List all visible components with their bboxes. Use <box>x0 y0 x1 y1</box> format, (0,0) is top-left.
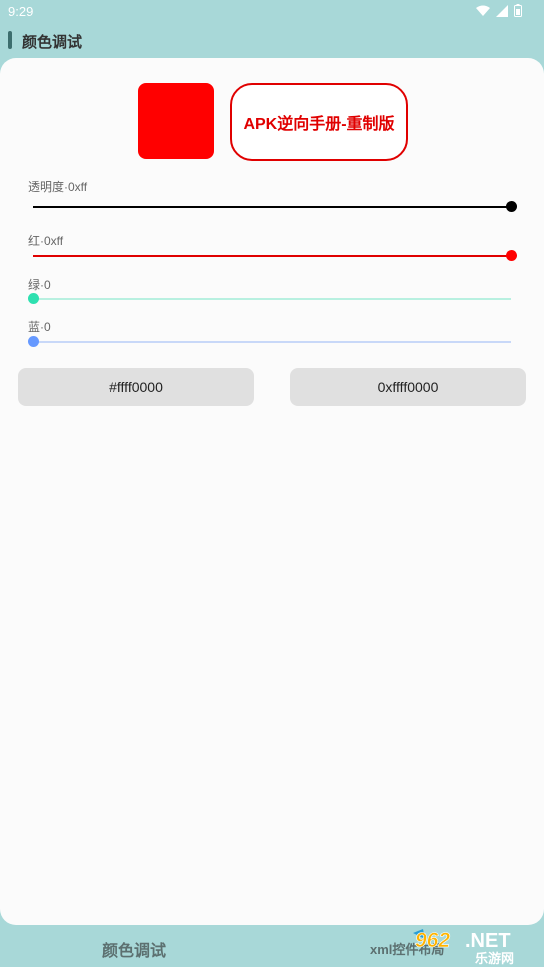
slider-label-green: 绿·0 <box>28 278 51 292</box>
color-swatch <box>138 83 214 159</box>
title-accent-bar <box>8 31 12 49</box>
status-bar: 9:29 <box>0 0 544 24</box>
svg-text:962: 962 <box>415 929 450 952</box>
slider-label-red: 红·0xff <box>28 234 64 248</box>
slider-red[interactable] <box>33 255 511 257</box>
copy-int-button[interactable]: 0xffff0000 <box>290 368 526 406</box>
tab-color-debug[interactable]: 颜色调试 <box>102 937 166 961</box>
svg-text:乐游网: 乐游网 <box>475 951 514 967</box>
title-bar: 颜色调试 <box>0 28 544 54</box>
slider-thumb-blue[interactable] <box>27 336 39 347</box>
slider-alpha[interactable] <box>33 206 511 208</box>
slider-label-blue: 蓝·0 <box>28 320 51 334</box>
preview-label: APK逆向手册-重制版 <box>230 83 408 161</box>
status-icons <box>476 4 522 17</box>
svg-text:.NET: .NET <box>465 930 511 952</box>
slider-thumb-green[interactable] <box>27 293 39 304</box>
slider-blue[interactable] <box>33 341 511 343</box>
battery-icon <box>514 4 522 17</box>
signal-icon <box>496 4 508 17</box>
bottom-nav: 颜色调试 xml控件布局 962 .NET 乐游网 <box>0 925 544 967</box>
content-card: APK逆向手册-重制版 透明度·0xff 红·0xff 绿·0 蓝·0 #fff… <box>0 58 544 925</box>
slider-thumb-alpha[interactable] <box>505 201 517 212</box>
watermark-logo: 962 .NET 乐游网 <box>413 929 514 967</box>
slider-label-alpha: 透明度·0xff <box>28 180 88 194</box>
wifi-icon <box>476 5 490 16</box>
copy-hex-button[interactable]: #ffff0000 <box>18 368 254 406</box>
status-time: 9:29 <box>8 4 34 19</box>
slider-green[interactable] <box>33 298 511 300</box>
slider-thumb-red[interactable] <box>505 250 517 261</box>
page-title: 颜色调试 <box>22 34 83 51</box>
